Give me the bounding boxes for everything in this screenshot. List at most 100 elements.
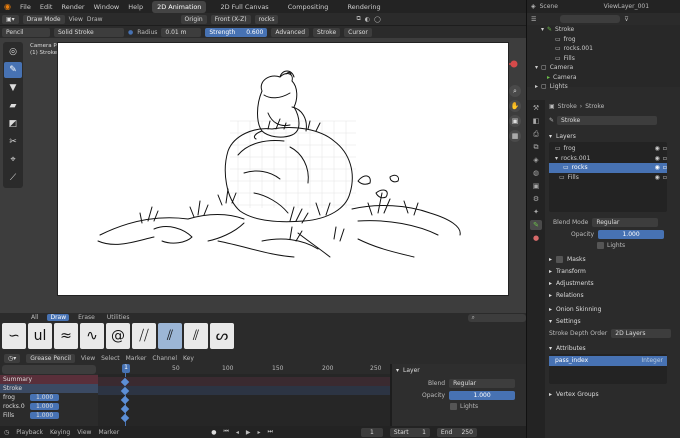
lock-icon[interactable]: ▫ xyxy=(663,164,667,171)
channel-opacity-field[interactable]: 1.000 xyxy=(30,412,60,419)
erase-tool-icon[interactable]: ▰ xyxy=(4,98,22,114)
layer-dropdown[interactable]: rocks xyxy=(254,14,279,24)
brush-pen[interactable]: @ xyxy=(106,323,130,349)
line-tool-icon[interactable]: ⟋ xyxy=(4,170,22,186)
outliner-row-stroke[interactable]: ▾ ✎ Stroke xyxy=(527,25,680,35)
grid-icon[interactable]: ▦ xyxy=(509,130,521,142)
overlay-icon[interactable]: ◯ xyxy=(374,16,381,23)
visibility-eye-icon[interactable]: ◉ xyxy=(655,164,660,171)
dopesheet-menu-marker[interactable]: Marker xyxy=(126,355,147,362)
jump-start-icon[interactable]: ⏮ xyxy=(223,428,228,436)
masks-panel-header[interactable]: ▸ Masks xyxy=(545,253,680,265)
camera-view-icon[interactable]: ▣ xyxy=(509,115,521,127)
workspace-tab-2d-full-canvas[interactable]: 2D Full Canvas xyxy=(215,1,273,13)
brush-tab-erase[interactable]: Erase xyxy=(75,314,98,321)
visibility-eye-icon[interactable]: ◉ xyxy=(655,174,660,181)
dopesheet-menu-select[interactable]: Select xyxy=(101,355,120,362)
start-frame-field[interactable]: Start 1 xyxy=(389,427,430,437)
origin-dropdown[interactable]: Origin xyxy=(180,14,207,24)
lock-icon[interactable]: ▫ xyxy=(663,174,667,181)
menu-help[interactable]: Help xyxy=(128,3,143,11)
outliner-row-rocks001[interactable]: ▭ rocks.001 xyxy=(527,44,680,54)
onion-skinning-panel-header[interactable]: ▸ Onion Skinning xyxy=(545,303,680,315)
data-name-field[interactable]: Stroke xyxy=(557,115,658,125)
lock-icon[interactable]: ▫ xyxy=(663,145,667,152)
jump-end-icon[interactable]: ⏭ xyxy=(268,428,273,436)
outliner-editor-icon[interactable]: ☰ xyxy=(531,16,536,23)
menu-view[interactable]: View xyxy=(69,16,83,23)
dopesheet-menu-key[interactable]: Key xyxy=(183,355,194,362)
channel-search-input[interactable] xyxy=(2,365,96,374)
zoom-icon[interactable]: ⌕ xyxy=(509,85,521,97)
render-props-icon[interactable]: ◧ xyxy=(530,116,542,126)
brush-search-input[interactable]: ⌕ xyxy=(468,313,526,322)
depth-order-dropdown[interactable]: 2D Layers xyxy=(611,329,672,338)
modifier-props-icon[interactable]: ⚙ xyxy=(530,194,542,204)
snap-icon[interactable]: ⧉ xyxy=(356,15,360,23)
layer-item-frog[interactable]: ▭ frog ◉ ▫ xyxy=(549,144,667,154)
keying-menu[interactable]: Keying xyxy=(50,429,70,436)
blender-logo-icon[interactable]: ◉ xyxy=(4,2,11,11)
filter-icon[interactable]: ⊽ xyxy=(624,16,628,23)
keyframe-diamond[interactable] xyxy=(120,395,130,405)
current-frame-indicator[interactable]: 1 xyxy=(122,364,130,373)
expand-icon[interactable]: ▾ xyxy=(541,26,544,33)
attributes-panel-header[interactable]: ▾ Attributes xyxy=(545,342,680,354)
settings-panel-header[interactable]: ▾ Settings xyxy=(545,315,680,327)
drawing-canvas[interactable] xyxy=(57,42,509,296)
keyframe-diamond[interactable] xyxy=(120,404,130,414)
brush-marker[interactable]: ≈ xyxy=(54,323,78,349)
dopesheet-menu-channel[interactable]: Channel xyxy=(152,355,177,362)
scene-icon[interactable]: ◈ xyxy=(531,3,536,10)
lights-checkbox[interactable] xyxy=(597,242,604,249)
world-props-icon[interactable]: ◍ xyxy=(530,168,542,178)
view-layer-name[interactable]: ViewLayer_001 xyxy=(604,3,649,10)
effects-props-icon[interactable]: ✦ xyxy=(530,207,542,217)
brush-ink-pen[interactable]: ul xyxy=(28,323,52,349)
layer-panel-header[interactable]: ▾ Layer xyxy=(392,364,526,376)
relations-panel-header[interactable]: ▸ Relations xyxy=(545,289,680,301)
dopesheet-mode-dropdown[interactable]: Grease Pencil xyxy=(26,353,75,363)
cursor-dropdown[interactable]: Cursor xyxy=(344,27,372,37)
menu-window[interactable]: Window xyxy=(94,3,120,11)
pan-hand-icon[interactable]: ✋ xyxy=(509,100,521,112)
lights-checkbox[interactable] xyxy=(450,403,457,410)
outliner-row-camera[interactable]: ▸ Camera xyxy=(527,73,680,83)
expand-icon[interactable]: ▸ xyxy=(535,83,538,90)
outliner-row-lights[interactable]: ▸ ▢ Lights xyxy=(527,82,680,92)
outliner-row-frog[interactable]: ▭ frog xyxy=(527,35,680,45)
output-props-icon[interactable]: ⎙ xyxy=(530,129,542,139)
blend-mode-dropdown[interactable]: Regular xyxy=(592,218,659,227)
material-props-icon[interactable]: ● xyxy=(530,233,542,243)
brush-tab-draw[interactable]: Draw xyxy=(47,314,70,321)
scene-name[interactable]: Scene xyxy=(540,3,600,10)
workspace-tab-2d-animation[interactable]: 2D Animation xyxy=(152,0,207,13)
dopesheet-menu-view[interactable]: View xyxy=(81,355,95,362)
vertex-groups-panel-header[interactable]: ▸ Vertex Groups xyxy=(545,388,680,400)
draw-tool-icon[interactable]: ✎ xyxy=(4,62,22,78)
expand-icon[interactable]: ▾ xyxy=(555,155,558,162)
blend-dropdown[interactable]: Regular xyxy=(449,379,516,388)
menu-draw[interactable]: Draw xyxy=(87,16,103,23)
play-icon[interactable]: ▶ xyxy=(246,429,251,436)
menu-file[interactable]: File xyxy=(20,3,31,11)
timeline-editor-icon[interactable]: ◷ xyxy=(4,429,9,436)
gp-data-icon[interactable]: ✎ xyxy=(549,117,554,124)
view-axis-dropdown[interactable]: Front (X-Z) xyxy=(210,14,251,24)
brush-tab-utilities[interactable]: Utilities xyxy=(104,314,133,321)
object-props-icon[interactable]: ▣ xyxy=(530,181,542,191)
mode-dropdown[interactable]: Draw Mode xyxy=(22,14,65,24)
pressure-icon[interactable]: ● xyxy=(128,29,133,36)
radius-field[interactable]: 0.01 m xyxy=(161,27,202,37)
stroke-dropdown[interactable]: Stroke xyxy=(313,27,341,37)
channel-rocks[interactable]: rocks.0 1.000 xyxy=(0,402,98,411)
brush-pencil-soft[interactable]: ⧸⧸ xyxy=(132,323,156,349)
viewport-shading-icon[interactable]: ◐ xyxy=(365,16,370,23)
workspace-tab-compositing[interactable]: Compositing xyxy=(283,1,334,13)
visibility-eye-icon[interactable]: ◉ xyxy=(655,155,660,162)
workspace-tab-rendering[interactable]: Rendering xyxy=(342,1,385,13)
strength-field[interactable]: Strength 0.600 xyxy=(205,27,268,37)
masks-checkbox[interactable] xyxy=(556,255,564,263)
scene-props-icon[interactable]: ◈ xyxy=(530,155,542,165)
brush-tab-all[interactable]: All xyxy=(28,314,41,321)
